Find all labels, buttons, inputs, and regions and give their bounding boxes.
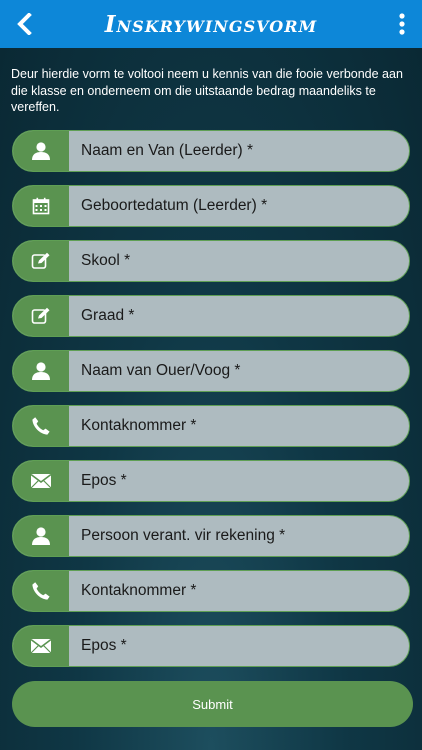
field-learner-birthdate[interactable]: Geboortedatum (Leerder) * — [12, 185, 410, 227]
submit-button[interactable]: Submit — [12, 681, 413, 727]
page-title: Inskrywingsvorm — [104, 10, 318, 38]
field-label: Graad * — [81, 307, 135, 324]
user-icon — [32, 362, 50, 380]
intro-text: Deur hierdie vorm te voltooi neem u kenn… — [11, 67, 403, 114]
field-grade[interactable]: Graad * — [12, 295, 410, 337]
phone-icon — [32, 417, 50, 435]
field-label: Epos * — [81, 637, 127, 654]
field-label: Kontaknommer * — [81, 417, 197, 434]
field-guardian-name[interactable]: Naam van Ouer/Voog * — [12, 350, 410, 392]
field-label: Persoon verant. vir rekening * — [81, 527, 286, 544]
overflow-menu-button[interactable] — [388, 6, 416, 42]
field-school[interactable]: Skool * — [12, 240, 410, 282]
field-label: Naam van Ouer/Voog * — [81, 362, 241, 379]
app-header: Inskrywingsvorm — [0, 0, 422, 48]
edit-icon — [31, 307, 50, 324]
field-label: Epos * — [81, 472, 127, 489]
chevron-left-icon — [17, 13, 32, 35]
phone-icon — [32, 582, 50, 600]
field-contact-number[interactable]: Kontaknommer * — [12, 405, 410, 447]
field-label: Skool * — [81, 252, 131, 269]
back-button[interactable] — [8, 6, 40, 42]
field-email[interactable]: Epos * — [12, 460, 410, 502]
field-label: Kontaknommer * — [81, 582, 197, 599]
envelope-icon — [30, 473, 52, 489]
field-label: Geboortedatum (Leerder) * — [81, 197, 268, 214]
calendar-icon — [32, 197, 50, 215]
field-label: Naam en Van (Leerder) * — [81, 142, 254, 159]
field-account-contact-number[interactable]: Kontaknommer * — [12, 570, 410, 612]
more-vertical-icon — [399, 13, 405, 35]
envelope-icon — [30, 638, 52, 654]
edit-icon — [31, 252, 50, 269]
field-learner-name[interactable]: Naam en Van (Leerder) * — [12, 130, 410, 172]
user-icon — [32, 527, 50, 545]
field-account-person[interactable]: Persoon verant. vir rekening * — [12, 515, 410, 557]
field-account-email[interactable]: Epos * — [12, 625, 410, 667]
user-icon — [32, 142, 50, 160]
